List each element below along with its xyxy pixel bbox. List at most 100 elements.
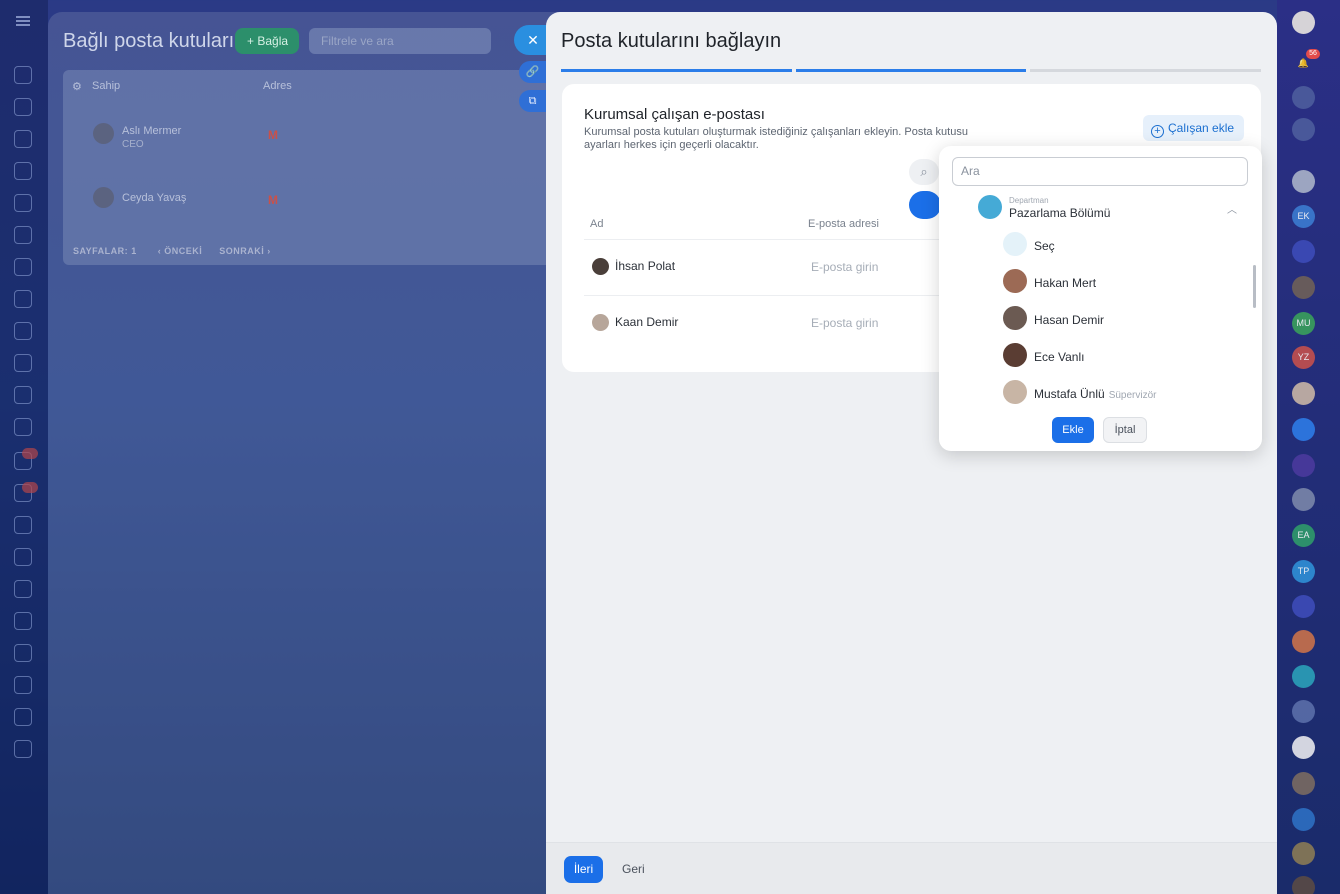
person-name: Mustafa Ünlü <box>1034 387 1105 401</box>
search-icon[interactable] <box>1292 118 1315 141</box>
email-input[interactable]: E-posta girin <box>811 316 878 330</box>
settings-icon[interactable] <box>14 98 32 116</box>
mountain-icon[interactable] <box>1292 808 1315 831</box>
avatar[interactable]: YZ <box>1292 346 1315 369</box>
avatar <box>93 187 114 208</box>
avatar[interactable] <box>1292 876 1315 894</box>
add-employee-button[interactable]: + Çalışan ekle <box>1143 115 1245 141</box>
close-button[interactable]: ✕ <box>514 25 548 55</box>
store-icon[interactable] <box>14 516 32 534</box>
owner-name[interactable]: Aslı Mermer <box>122 125 181 137</box>
integrations-icon[interactable] <box>14 612 32 630</box>
next-button[interactable]: İleri <box>564 856 603 883</box>
select-all-option[interactable]: Seç <box>1034 239 1055 253</box>
email-icon[interactable] <box>14 322 32 340</box>
avatar <box>1003 343 1027 367</box>
automation-icon[interactable] <box>14 548 32 566</box>
divider <box>584 295 964 296</box>
group-select-icon <box>1003 232 1027 256</box>
avatar[interactable] <box>1292 736 1315 759</box>
person-option[interactable]: Mustafa Ünlü Süpervizör <box>1034 387 1157 401</box>
openline-icon[interactable] <box>1292 454 1315 477</box>
app-sidebar <box>0 0 48 894</box>
more-icon[interactable] <box>14 740 32 758</box>
email-input[interactable]: E-posta girin <box>811 260 878 274</box>
group-chat-icon[interactable] <box>1292 700 1315 723</box>
sites-icon[interactable] <box>14 418 32 436</box>
divider <box>584 239 964 240</box>
avatar[interactable] <box>1292 842 1315 865</box>
gmail-icon: M <box>268 128 278 142</box>
gear-icon[interactable]: ⚙ <box>72 80 82 93</box>
crm-icon[interactable] <box>14 386 32 404</box>
group-icon[interactable] <box>909 191 941 219</box>
pagination: SAYFALAR: 1 ‹ ÖNCEKİ SONRAKİ › <box>73 246 271 256</box>
bookmark-icon[interactable] <box>1292 418 1315 441</box>
gmail-icon: M <box>268 193 278 207</box>
avatar <box>1003 269 1027 293</box>
back-button[interactable]: Geri <box>622 856 645 883</box>
drive-icon[interactable] <box>14 290 32 308</box>
avatar[interactable] <box>1292 382 1315 405</box>
avatar[interactable]: MU <box>1292 312 1315 335</box>
connect-button[interactable]: + Bağla <box>235 28 299 54</box>
avatar[interactable] <box>1292 170 1315 193</box>
groups-icon[interactable] <box>14 354 32 372</box>
next-link[interactable]: SONRAKİ › <box>219 246 271 256</box>
feed-icon[interactable] <box>14 162 32 180</box>
copilot-icon[interactable] <box>1292 86 1315 109</box>
owner-role: CEO <box>122 139 144 150</box>
avatar[interactable] <box>1292 772 1315 795</box>
mail-app-icon[interactable] <box>14 194 32 212</box>
user-avatar[interactable] <box>1292 11 1315 34</box>
add-button[interactable]: Ekle <box>1052 417 1094 443</box>
plus-circle-icon: + <box>1151 125 1164 138</box>
openline-icon[interactable] <box>1292 595 1315 618</box>
department-icon <box>978 195 1002 219</box>
filter-search-input[interactable]: Filtrele ve ara <box>309 28 491 54</box>
owner-name[interactable]: Ceyda Yavaş <box>122 192 186 204</box>
avatar[interactable] <box>1292 276 1315 299</box>
person-option[interactable]: Hasan Demir <box>1034 313 1104 327</box>
department-name[interactable]: Pazarlama Bölümü <box>1009 206 1110 220</box>
copy-link-button[interactable]: 🔗 <box>519 61 546 83</box>
employee-name: Kaan Demir <box>615 315 679 329</box>
step-progress <box>561 69 1262 72</box>
person-option[interactable]: Hakan Mert <box>1034 276 1096 290</box>
search-input[interactable]: Ara <box>952 157 1248 186</box>
col-address: Adres <box>263 80 292 92</box>
chat-icon[interactable] <box>14 130 32 148</box>
chevron-up-icon[interactable]: ︿ <box>1227 201 1237 216</box>
avatar[interactable]: EK <box>1292 205 1315 228</box>
open-new-window-button[interactable]: ⧉ <box>519 90 546 112</box>
avatar <box>1003 306 1027 330</box>
avatar[interactable]: TP <box>1292 560 1315 583</box>
connect-mailboxes-slider: Posta kutularını bağlayın Kurumsal çalış… <box>546 12 1277 894</box>
scrollbar[interactable] <box>1253 265 1256 308</box>
connected-mailboxes-panel: Bağlı posta kutuları + Bağla Filtrele ve… <box>48 12 568 894</box>
prev-link[interactable]: ‹ ÖNCEKİ <box>158 246 203 256</box>
openline-icon[interactable] <box>1292 240 1315 263</box>
menu-icon[interactable] <box>16 16 30 26</box>
calendar-icon[interactable] <box>14 226 32 244</box>
person-option[interactable]: Ece Vanlı <box>1034 350 1084 364</box>
chat-icon[interactable] <box>1292 488 1315 511</box>
upload-icon[interactable] <box>14 708 32 726</box>
home-icon[interactable] <box>14 66 32 84</box>
cancel-button[interactable]: İptal <box>1103 417 1147 443</box>
pages-label: SAYFALAR: <box>73 246 129 256</box>
add-employee-label: Çalışan ekle <box>1168 121 1235 135</box>
page-number[interactable]: 1 <box>131 246 137 256</box>
docs-icon[interactable] <box>14 258 32 276</box>
slider-title: Posta kutularını bağlayın <box>561 30 782 52</box>
avatar[interactable]: EA <box>1292 524 1315 547</box>
sign-icon[interactable] <box>14 644 32 662</box>
employee-name: İhsan Polat <box>615 259 676 273</box>
department-caption: Departman <box>1009 196 1049 205</box>
card-title: Kurumsal çalışan e-postası <box>584 106 765 123</box>
group-chat-icon[interactable] <box>1292 665 1315 688</box>
search-icon[interactable]: ⌕ <box>909 159 939 185</box>
analytics-icon[interactable] <box>14 676 32 694</box>
avatar[interactable] <box>1292 630 1315 653</box>
cart-icon[interactable] <box>14 580 32 598</box>
